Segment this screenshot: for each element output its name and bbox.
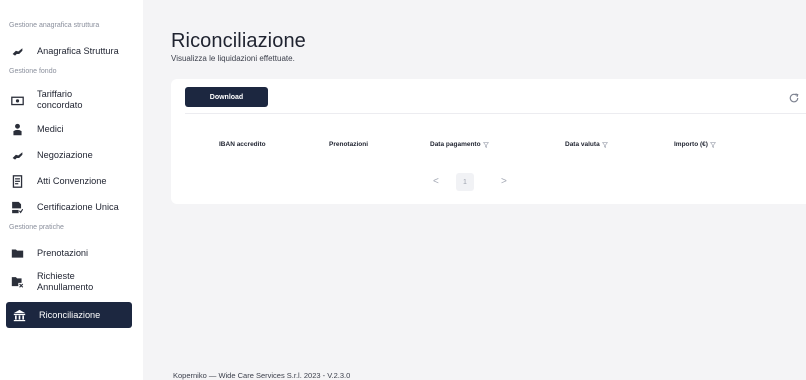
sidebar-item-label: Negoziazione bbox=[37, 149, 93, 160]
download-button[interactable]: Download bbox=[185, 87, 268, 107]
sidebar-item-richieste-annullamento[interactable]: Richieste Annullamento bbox=[0, 266, 143, 298]
sidebar-item-label: Prenotazioni bbox=[37, 247, 89, 258]
section-title-anagrafica: Gestione anagrafica struttura bbox=[9, 22, 100, 29]
sidebar-item-label: Anagrafica Struttura bbox=[37, 45, 119, 56]
sidebar-item-label: Atti Convenzione bbox=[37, 175, 107, 186]
page-subtitle: Visualizza le liquidazioni effettuate. bbox=[171, 54, 295, 63]
sidebar-item-certificazione-unica[interactable]: Certificazione Unica bbox=[0, 194, 143, 220]
sidebar-item-tariffario-concordato[interactable]: Tariffario concordato bbox=[0, 84, 143, 116]
doctor-icon bbox=[9, 121, 25, 137]
toolbar-divider bbox=[185, 113, 806, 114]
handshake-icon bbox=[9, 147, 25, 163]
sidebar-item-label: Richieste Annullamento bbox=[37, 271, 94, 292]
folder-x-icon bbox=[9, 274, 25, 290]
pagination-next-button[interactable]: > bbox=[501, 176, 507, 187]
pagination-prev-button[interactable]: < bbox=[433, 176, 439, 187]
sidebar-item-label: Certificazione Unica bbox=[37, 201, 119, 212]
sidebar: Gestione anagrafica struttura Anagrafica… bbox=[0, 0, 143, 380]
sidebar-item-prenotazioni[interactable]: Prenotazioni bbox=[0, 240, 143, 266]
column-header-prenotazioni: Prenotazioni bbox=[329, 141, 369, 148]
footer-text: Koperniko — Wide Care Services S.r.l. 20… bbox=[173, 371, 351, 380]
bank-icon bbox=[11, 307, 27, 323]
certificate-icon bbox=[9, 199, 25, 215]
sidebar-item-label: Medici bbox=[37, 123, 64, 134]
sidebar-item-atti-convenzione[interactable]: Atti Convenzione bbox=[0, 168, 143, 194]
sidebar-item-label: Riconciliazione bbox=[39, 309, 101, 320]
filter-icon[interactable] bbox=[482, 141, 489, 148]
pagination-page-button[interactable]: 1 bbox=[456, 173, 474, 191]
filter-icon[interactable] bbox=[709, 141, 716, 148]
column-header-importo: Importo (€) bbox=[674, 141, 716, 148]
folder-icon bbox=[9, 245, 25, 261]
sidebar-item-label: Tariffario concordato bbox=[37, 89, 83, 110]
filter-icon[interactable] bbox=[601, 141, 608, 148]
column-header-iban: IBAN accredito bbox=[219, 141, 266, 148]
pagination: < 1 > bbox=[171, 173, 806, 191]
refresh-icon[interactable] bbox=[788, 91, 800, 103]
sidebar-item-negoziazione[interactable]: Negoziazione bbox=[0, 142, 143, 168]
section-title-fondo: Gestione fondo bbox=[9, 68, 57, 75]
sidebar-item-anagrafica-struttura[interactable]: Anagrafica Struttura bbox=[0, 38, 143, 64]
reconciliation-card: Download IBAN accredito Prenotazioni Dat… bbox=[171, 79, 806, 204]
document-icon bbox=[9, 173, 25, 189]
money-icon bbox=[9, 92, 25, 108]
main-content: Riconciliazione Visualizza le liquidazio… bbox=[143, 0, 806, 380]
handshake-icon bbox=[9, 43, 25, 59]
sidebar-item-medici[interactable]: Medici bbox=[0, 116, 143, 142]
column-header-data-pagamento: Data pagamento bbox=[430, 141, 489, 148]
section-title-pratiche: Gestione pratiche bbox=[9, 224, 64, 231]
column-header-data-valuta: Data valuta bbox=[565, 141, 608, 148]
page-title: Riconciliazione bbox=[171, 30, 306, 52]
sidebar-item-riconciliazione[interactable]: Riconciliazione bbox=[6, 302, 132, 328]
